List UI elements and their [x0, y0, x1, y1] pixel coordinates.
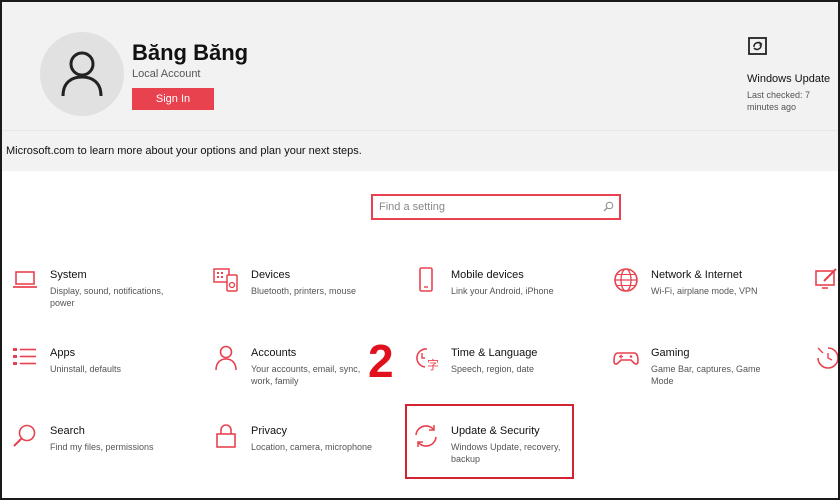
category-desc: Link your Android, iPhone [451, 286, 554, 296]
category-apps[interactable]: Apps Uninstall, defaults [12, 345, 192, 405]
time-language-icon: 字 [416, 348, 439, 371]
category-devices[interactable]: Devices Bluetooth, printers, mouse [213, 267, 393, 327]
personalization-icon[interactable] [814, 267, 840, 293]
user-avatar-icon [61, 51, 103, 97]
category-system[interactable]: System Display, sound, notifications, po… [12, 267, 192, 327]
account-type: Local Account [132, 68, 201, 80]
banner-text: Microsoft.com to learn more about your o… [6, 145, 362, 157]
magnifier-icon[interactable] [603, 201, 614, 212]
gamepad-icon [613, 352, 639, 365]
highlight-box [405, 404, 574, 479]
category-network-internet[interactable]: Network & Internet Wi-Fi, airplane mode,… [613, 267, 793, 327]
category-title: Search [50, 425, 85, 437]
search-input[interactable] [379, 199, 589, 215]
info-banner: Microsoft.com to learn more about your o… [2, 130, 838, 171]
svg-text:字: 字 [427, 357, 439, 371]
windows-update-title[interactable]: Windows Update [747, 73, 830, 85]
devices-icon [213, 268, 238, 292]
windows-update-icon[interactable] [747, 35, 769, 57]
laptop-icon [13, 271, 37, 288]
category-title: Devices [251, 269, 291, 281]
category-title: System [50, 269, 87, 281]
account-header: Băng Băng Local Account Sign In Windows … [2, 2, 838, 130]
search-box[interactable] [371, 194, 621, 220]
phone-icon [419, 267, 433, 292]
sign-in-button[interactable]: Sign In [132, 88, 214, 110]
category-title: Gaming [651, 347, 690, 359]
category-desc: Bluetooth, printers, mouse [251, 286, 357, 296]
globe-icon [614, 268, 638, 292]
category-title: Accounts [251, 347, 297, 359]
category-desc: Find my files, permissions [50, 442, 154, 452]
category-desc: Your accounts, email, sync, work, family [251, 364, 361, 386]
account-name: Băng Băng [132, 40, 249, 65]
category-title: Privacy [251, 425, 288, 437]
avatar[interactable] [40, 32, 124, 116]
category-desc: Location, camera, microphone [251, 442, 373, 452]
category-title: Time & Language [451, 347, 538, 359]
category-desc: Game Bar, captures, Game Mode [651, 364, 761, 386]
category-gaming[interactable]: Gaming Game Bar, captures, Game Mode [613, 345, 793, 405]
category-desc: Display, sound, notifications, power [50, 286, 164, 308]
category-title: Network & Internet [651, 269, 743, 281]
category-desc: Uninstall, defaults [50, 364, 122, 374]
lock-icon [216, 424, 236, 448]
windows-update-status: Last checked: 7 minutes ago [747, 90, 811, 112]
category-title: Mobile devices [451, 269, 524, 281]
category-title: Apps [50, 347, 76, 359]
category-desc: Wi-Fi, airplane mode, VPN [651, 286, 758, 296]
category-mobile-devices[interactable]: Mobile devices Link your Android, iPhone [413, 267, 593, 327]
person-icon [215, 345, 237, 371]
category-desc: Speech, region, date [451, 364, 535, 374]
category-search[interactable]: Search Find my files, permissions [12, 423, 192, 483]
category-accounts[interactable]: Accounts Your accounts, email, sync, wor… [213, 345, 393, 405]
step-number-annotation: 2 [368, 335, 394, 387]
settings-window: Băng Băng Local Account Sign In Windows … [0, 0, 840, 500]
ease-of-access-icon[interactable] [814, 345, 840, 371]
apps-list-icon [13, 348, 36, 365]
category-privacy[interactable]: Privacy Location, camera, microphone [213, 423, 393, 483]
search-icon [13, 424, 36, 447]
category-time-language[interactable]: 字 Time & Language Speech, region, date [413, 345, 593, 405]
